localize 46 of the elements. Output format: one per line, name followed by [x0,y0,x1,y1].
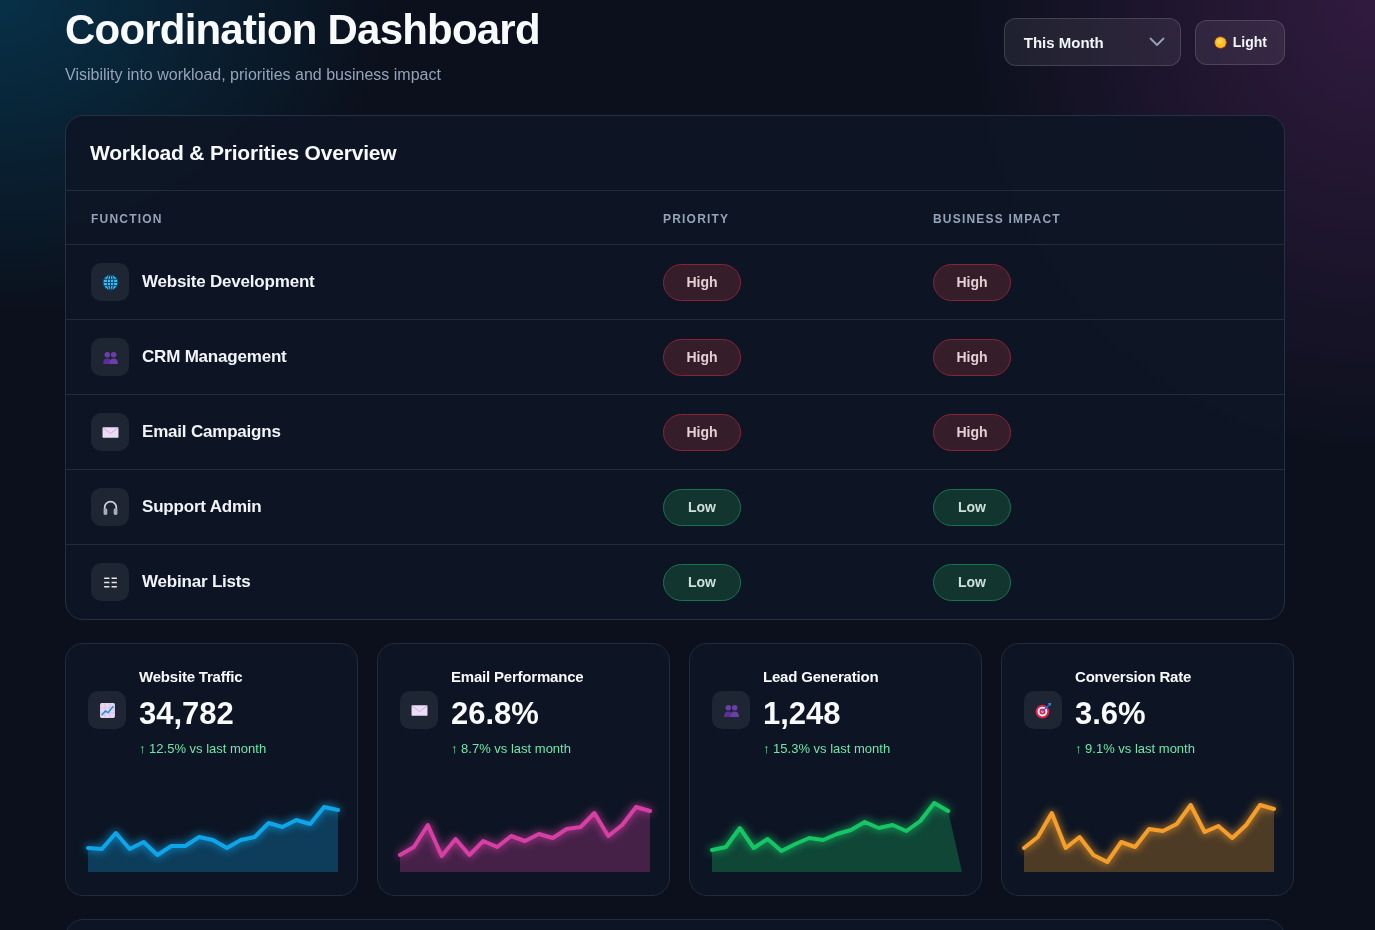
impact-badge: Low [933,563,1011,601]
line-chart-icon [88,691,126,729]
function-name: CRM Management [142,347,287,367]
kpi-change: ↑ 8.7% vs last month [451,741,571,757]
kpi-value: 3.6% [1075,695,1146,733]
period-dropdown[interactable]: This Month [1003,18,1181,66]
impact-badge: Low [933,488,1011,526]
kpi-value: 34,782 [139,695,234,733]
function-name: Webinar Lists [142,572,251,592]
kpi-title: Conversion Rate [1075,667,1192,687]
function-name: Support Admin [142,497,262,517]
function-name: Email Campaigns [142,422,281,442]
priority-badge: Low [663,563,741,601]
target-icon [1024,691,1062,729]
impact-badge: High [933,263,1011,301]
column-header: BUSINESS IMPACT [933,211,1061,226]
priority-badge: High [663,338,741,376]
kpi-title: Lead Generation [763,667,879,687]
theme-toggle-button[interactable]: Light [1194,19,1285,65]
envelope-icon [91,413,129,451]
kpi-value: 26.8% [451,695,539,733]
list-icon [91,563,129,601]
priority-badge: High [663,413,741,451]
column-header: PRIORITY [663,211,730,226]
envelope-icon [400,691,438,729]
priority-badge: Low [663,488,741,526]
page-subtitle: Visibility into workload, priorities and business impact [65,65,442,85]
kpi-change: ↑ 9.1% vs last month [1075,741,1195,757]
priority-badge: High [663,263,741,301]
page-title: Coordination Dashboard [65,5,540,55]
kpi-change: ↑ 15.3% vs last month [763,741,891,757]
kpi-value: 1,248 [763,695,841,733]
impact-badge: High [933,338,1011,376]
sun-icon [1213,35,1227,49]
kpi-change: ↑ 12.5% vs last month [139,741,267,757]
headphones-icon [91,488,129,526]
impact-badge: High [933,413,1011,451]
kpi-title: Website Traffic [139,667,243,687]
section-title: Workload & Priorities Overview [90,141,397,165]
globe-icon [91,263,129,301]
people-icon [712,691,750,729]
people-icon [91,338,129,376]
column-header: FUNCTION [91,211,163,226]
kpi-title: Email Performance [451,667,584,687]
chevron-down-icon [1148,37,1165,47]
function-name: Website Development [142,272,315,292]
